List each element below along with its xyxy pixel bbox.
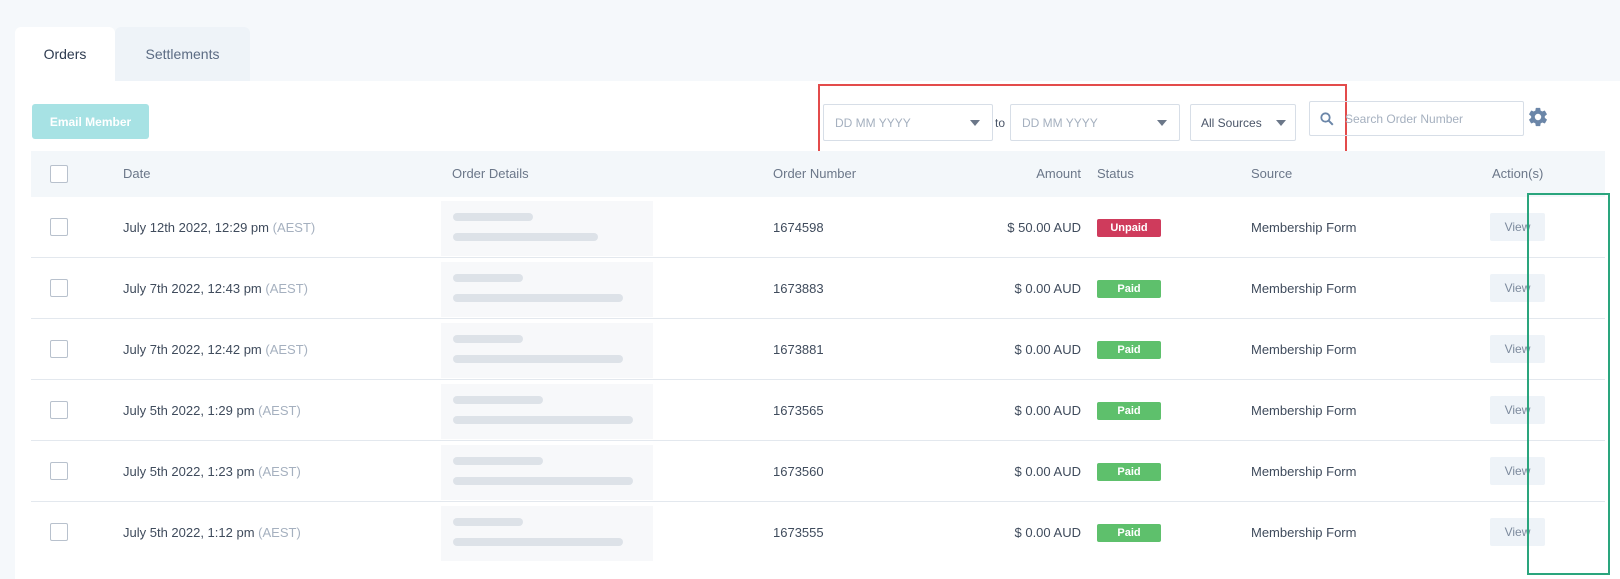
chevron-down-icon <box>1157 120 1167 126</box>
order-date: July 5th 2022, 1:29 pm (AEST) <box>123 403 301 418</box>
header-status: Status <box>1097 166 1134 181</box>
header-actions: Action(s) <box>1492 166 1544 181</box>
order-timezone: (AEST) <box>265 342 309 357</box>
tab-orders[interactable]: Orders <box>15 27 115 81</box>
date-from-select[interactable]: DD MM YYYY <box>823 104 993 141</box>
search-icon <box>1320 111 1334 126</box>
order-source: Membership Form <box>1251 220 1357 235</box>
status-badge: Paid <box>1097 341 1161 359</box>
tab-bar: Orders Settlements <box>15 27 250 81</box>
orders-panel: Email Member DD MM YYYY to DD MM YYYY Al… <box>15 81 1620 579</box>
order-amount: $ 0.00 AUD <box>1014 281 1082 296</box>
order-date-text: July 5th 2022, 1:23 pm <box>123 464 255 479</box>
order-date-text: July 12th 2022, 12:29 pm <box>123 220 269 235</box>
order-timezone: (AEST) <box>272 220 316 235</box>
order-date: July 12th 2022, 12:29 pm (AEST) <box>123 220 315 235</box>
order-amount: $ 0.00 AUD <box>1014 342 1082 357</box>
order-details-redacted <box>441 445 653 500</box>
order-number: 1673883 <box>773 281 824 296</box>
order-details-redacted <box>441 201 653 256</box>
row-checkbox[interactable] <box>50 523 68 541</box>
table-header: Date Order Details Order Number Amount S… <box>31 151 1605 197</box>
status-badge: Paid <box>1097 402 1161 420</box>
chevron-down-icon <box>970 120 980 126</box>
row-checkbox[interactable] <box>50 401 68 419</box>
row-checkbox[interactable] <box>50 279 68 297</box>
order-amount: $ 0.00 AUD <box>1014 464 1082 479</box>
search-input[interactable] <box>1345 111 1520 126</box>
order-date-text: July 7th 2022, 12:43 pm <box>123 281 262 296</box>
select-all-checkbox[interactable] <box>50 165 68 183</box>
status-badge: Unpaid <box>1097 219 1161 237</box>
order-date: July 7th 2022, 12:43 pm (AEST) <box>123 281 308 296</box>
table-row: July 12th 2022, 12:29 pm (AEST) 1674598 … <box>31 197 1605 258</box>
order-number: 1674598 <box>773 220 824 235</box>
header-amount: Amount <box>1036 166 1081 181</box>
actions-highlight <box>1527 193 1610 575</box>
date-range-to-label: to <box>995 116 1006 130</box>
table-row: July 5th 2022, 1:12 pm (AEST) 1673555 $ … <box>31 502 1605 563</box>
order-details-redacted <box>441 323 653 378</box>
source-select-value: All Sources <box>1201 115 1262 130</box>
source-select[interactable]: All Sources <box>1190 104 1296 141</box>
order-details-redacted <box>441 262 653 317</box>
status-badge: Paid <box>1097 280 1161 298</box>
order-amount: $ 50.00 AUD <box>1007 220 1081 235</box>
table-row: July 5th 2022, 1:23 pm (AEST) 1673560 $ … <box>31 441 1605 502</box>
order-source: Membership Form <box>1251 403 1357 418</box>
order-timezone: (AEST) <box>258 403 301 418</box>
order-date-text: July 7th 2022, 12:42 pm <box>123 342 262 357</box>
status-badge: Paid <box>1097 463 1161 481</box>
order-source: Membership Form <box>1251 342 1357 357</box>
order-date: July 7th 2022, 12:42 pm (AEST) <box>123 342 308 357</box>
row-checkbox[interactable] <box>50 340 68 358</box>
order-date: July 5th 2022, 1:12 pm (AEST) <box>123 525 301 540</box>
order-amount: $ 0.00 AUD <box>1014 403 1082 418</box>
order-details-redacted <box>441 384 653 439</box>
gear-icon[interactable] <box>1527 106 1549 128</box>
search-box[interactable] <box>1309 101 1524 136</box>
order-amount: $ 0.00 AUD <box>1014 525 1082 540</box>
order-number: 1673560 <box>773 464 824 479</box>
order-source: Membership Form <box>1251 525 1357 540</box>
row-checkbox[interactable] <box>50 218 68 236</box>
order-source: Membership Form <box>1251 464 1357 479</box>
date-from-placeholder: DD MM YYYY <box>835 115 911 130</box>
order-source: Membership Form <box>1251 281 1357 296</box>
order-number: 1673881 <box>773 342 824 357</box>
order-timezone: (AEST) <box>265 281 309 296</box>
chevron-down-icon <box>1276 120 1286 126</box>
order-date-text: July 5th 2022, 1:29 pm <box>123 403 255 418</box>
header-date: Date <box>123 166 151 181</box>
header-order-details: Order Details <box>452 166 529 181</box>
tab-settlements[interactable]: Settlements <box>115 27 250 81</box>
email-member-button[interactable]: Email Member <box>32 104 149 139</box>
order-date-text: July 5th 2022, 1:12 pm <box>123 525 255 540</box>
date-to-placeholder: DD MM YYYY <box>1022 115 1098 130</box>
date-to-select[interactable]: DD MM YYYY <box>1010 104 1180 141</box>
order-timezone: (AEST) <box>258 525 301 540</box>
order-timezone: (AEST) <box>258 464 301 479</box>
order-number: 1673555 <box>773 525 824 540</box>
table-row: July 5th 2022, 1:29 pm (AEST) 1673565 $ … <box>31 380 1605 441</box>
table-row: July 7th 2022, 12:43 pm (AEST) 1673883 $… <box>31 258 1605 319</box>
orders-table: Date Order Details Order Number Amount S… <box>31 151 1605 563</box>
row-checkbox[interactable] <box>50 462 68 480</box>
header-source: Source <box>1251 166 1293 181</box>
order-date: July 5th 2022, 1:23 pm (AEST) <box>123 464 301 479</box>
order-details-redacted <box>441 506 653 561</box>
order-number: 1673565 <box>773 403 824 418</box>
table-row: July 7th 2022, 12:42 pm (AEST) 1673881 $… <box>31 319 1605 380</box>
status-badge: Paid <box>1097 524 1161 542</box>
header-order-number: Order Number <box>773 166 857 181</box>
